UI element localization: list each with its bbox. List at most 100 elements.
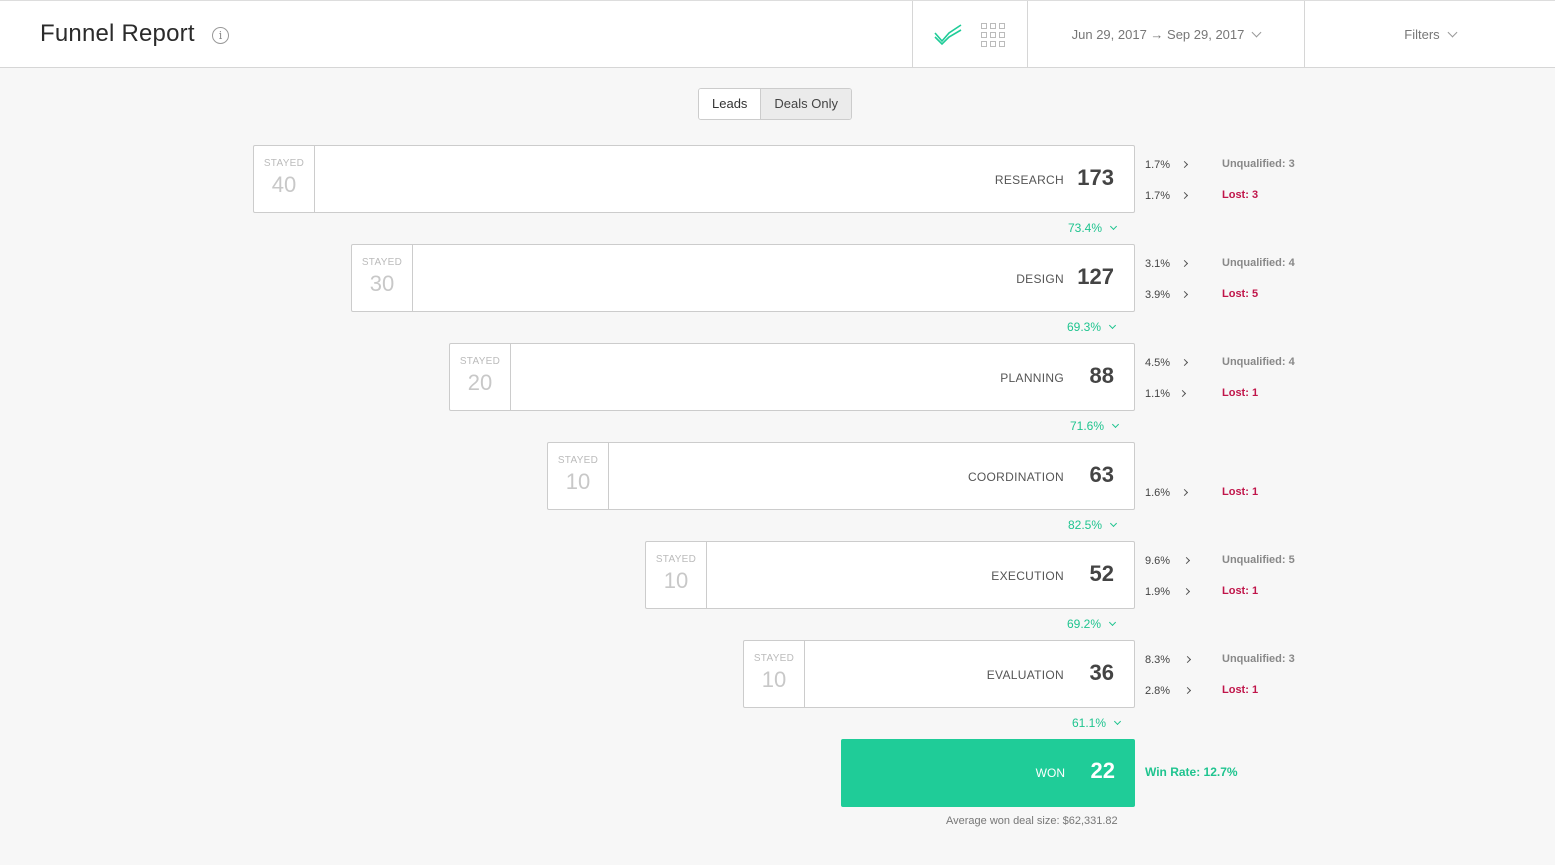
chevron-down-icon (1251, 27, 1262, 38)
won-count: 22 (1090, 758, 1115, 783)
unqualified-link[interactable]: Unqualified: 5 (1222, 554, 1295, 566)
unqualified-link[interactable]: Unqualified: 4 (1222, 257, 1295, 269)
chevron-right-icon (1183, 686, 1192, 695)
unqualified-percent: 9.6% (1145, 555, 1171, 567)
lost-percent: 1.1% (1145, 388, 1171, 400)
funnel-stage-coordination[interactable]: STAYED 10 COORDINATION 63 (547, 442, 1135, 510)
chevron-down-icon (1113, 717, 1122, 726)
stayed-label: STAYED (459, 356, 501, 367)
conversion-value: 61.1% (1072, 716, 1107, 730)
view-toggle (912, 1, 1027, 68)
funnel-stage-evaluation[interactable]: STAYED 10 EVALUATION 36 (743, 640, 1135, 708)
funnel-stage-design[interactable]: STAYED 30 DESIGN 127 (351, 244, 1135, 312)
chevron-right-icon (1180, 290, 1189, 299)
stayed-box: STAYED 10 (646, 542, 707, 608)
conversion-rate[interactable]: 82.5% (1068, 518, 1118, 532)
conversion-rate[interactable]: 61.1% (1072, 716, 1122, 730)
header-bar: Funnel Report i Jun 29, 2017 → Sep 29, 2… (0, 0, 1555, 68)
chevron-right-icon (1182, 587, 1191, 596)
lost-link[interactable]: Lost: 1 (1222, 684, 1258, 696)
conversion-value: 71.6% (1070, 419, 1105, 433)
stage-count: 173 (1077, 165, 1114, 190)
grid-view-icon[interactable] (981, 23, 1005, 47)
stage-count: 88 (1089, 363, 1114, 388)
lost-link[interactable]: Lost: 3 (1222, 189, 1258, 201)
page-title: Funnel Report (40, 20, 195, 47)
chevron-down-icon (1447, 27, 1458, 38)
chevron-right-icon (1180, 488, 1189, 497)
filters-dropdown[interactable]: Filters (1305, 1, 1555, 68)
funnel-stage-research[interactable]: STAYED 40 RESEARCH 173 (253, 145, 1135, 213)
stage-count: 63 (1089, 462, 1114, 487)
chevron-down-icon (1111, 420, 1120, 429)
lost-link[interactable]: Lost: 5 (1222, 288, 1258, 300)
chevron-right-icon (1180, 191, 1189, 200)
stage-count: 127 (1077, 264, 1114, 289)
stage-count: 52 (1089, 561, 1114, 586)
stayed-box: STAYED 10 (744, 641, 805, 707)
unqualified-link[interactable]: Unqualified: 3 (1222, 653, 1295, 665)
lost-link[interactable]: Lost: 1 (1222, 486, 1258, 498)
lost-percent: 3.9% (1145, 289, 1171, 301)
stayed-box: STAYED 30 (352, 245, 413, 311)
stage-name: RESEARCH (994, 173, 1064, 187)
date-range-picker[interactable]: Jun 29, 2017 → Sep 29, 2017 (1028, 1, 1304, 68)
chevron-down-icon (1108, 618, 1117, 627)
info-icon[interactable]: i (212, 27, 229, 44)
chevron-right-icon (1182, 556, 1191, 565)
lost-percent: 1.6% (1145, 487, 1171, 499)
unqualified-percent: 1.7% (1145, 159, 1171, 171)
win-rate: Win Rate: 12.7% (1145, 765, 1238, 779)
stayed-count: 30 (369, 271, 395, 296)
stayed-count: 10 (663, 568, 689, 593)
filters-label: Filters (1404, 27, 1440, 42)
conversion-rate[interactable]: 69.2% (1067, 617, 1117, 631)
conversion-rate[interactable]: 69.3% (1067, 320, 1117, 334)
stayed-count: 40 (271, 172, 297, 197)
deals-only-tab[interactable]: Deals Only (760, 89, 851, 119)
conversion-rate[interactable]: 73.4% (1068, 221, 1118, 235)
conversion-value: 69.3% (1067, 320, 1102, 334)
conversion-value: 73.4% (1068, 221, 1103, 235)
stayed-box: STAYED 20 (450, 344, 511, 410)
lost-percent: 1.7% (1145, 190, 1171, 202)
leads-tab[interactable]: Leads (699, 89, 761, 119)
conversion-rate[interactable]: 71.6% (1070, 419, 1120, 433)
stayed-label: STAYED (263, 158, 305, 169)
chevron-right-icon (1183, 655, 1192, 664)
stayed-count: 10 (565, 469, 591, 494)
stage-name: EXECUTION (991, 569, 1064, 583)
conversion-value: 69.2% (1067, 617, 1102, 631)
funnel-stage-planning[interactable]: STAYED 20 PLANNING 88 (449, 343, 1135, 411)
stayed-label: STAYED (557, 455, 599, 466)
lost-link[interactable]: Lost: 1 (1222, 585, 1258, 597)
chevron-right-icon (1180, 259, 1189, 268)
won-label: WON (1035, 766, 1065, 780)
chevron-right-icon (1178, 389, 1187, 398)
chevron-down-icon (1108, 321, 1117, 330)
average-deal-size: Average won deal size: $62,331.82 (946, 815, 1118, 827)
stayed-count: 10 (761, 667, 787, 692)
leads-deals-toggle: Leads Deals Only (698, 88, 852, 120)
stage-name: DESIGN (1016, 272, 1064, 286)
lost-percent: 1.9% (1145, 586, 1171, 598)
funnel-stage-execution[interactable]: STAYED 10 EXECUTION 52 (645, 541, 1135, 609)
stayed-count: 20 (467, 370, 493, 395)
stage-name: COORDINATION (967, 470, 1064, 484)
stayed-label: STAYED (753, 653, 795, 664)
unqualified-percent: 4.5% (1145, 357, 1171, 369)
chevron-down-icon (1109, 222, 1118, 231)
stayed-box: STAYED 10 (548, 443, 609, 509)
stage-name: EVALUATION (986, 668, 1064, 682)
chevron-right-icon (1180, 358, 1189, 367)
unqualified-percent: 8.3% (1145, 654, 1171, 666)
unqualified-link[interactable]: Unqualified: 4 (1222, 356, 1295, 368)
lost-link[interactable]: Lost: 1 (1222, 387, 1258, 399)
stage-name: PLANNING (1000, 371, 1064, 385)
unqualified-link[interactable]: Unqualified: 3 (1222, 158, 1295, 170)
trend-chart-icon[interactable] (934, 21, 962, 47)
stayed-label: STAYED (655, 554, 697, 565)
funnel-stage-won[interactable]: WON 22 (841, 739, 1135, 807)
chevron-down-icon (1109, 519, 1118, 528)
stage-count: 36 (1089, 660, 1114, 685)
